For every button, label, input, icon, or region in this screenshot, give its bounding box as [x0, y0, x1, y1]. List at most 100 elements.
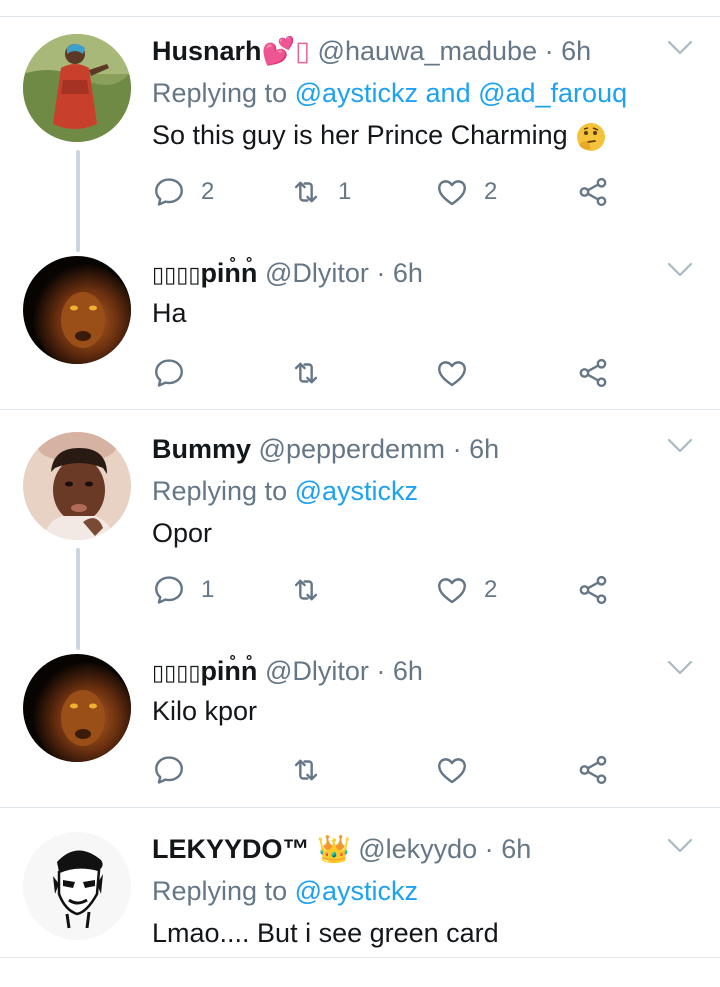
separator-dot: · [452, 434, 462, 464]
display-name[interactable]: Husnarh [152, 36, 262, 66]
separator-dot: · [544, 36, 554, 66]
tweet-actions [152, 353, 632, 393]
retweet-button[interactable] [289, 353, 338, 393]
timestamp[interactable]: 6h [393, 656, 423, 686]
timestamp[interactable]: 6h [501, 834, 531, 864]
tweet-actions [152, 750, 632, 790]
user-handle[interactable]: @Dlyitor [265, 258, 369, 288]
sketch-face-avatar-icon [23, 832, 131, 940]
retweet-icon [289, 753, 323, 787]
replying-to-label: Replying to [152, 476, 288, 506]
retweet-button[interactable]: 1 [289, 172, 351, 212]
tweet-text: Ha [152, 298, 187, 328]
like-button[interactable]: 2 [435, 570, 497, 610]
name-glyphs: ▯▯▯▯ [152, 262, 201, 287]
like-count: 2 [484, 178, 498, 205]
chevron-down-icon[interactable] [666, 436, 694, 456]
tweet-text-body: So this guy is her Prince Charming [152, 120, 568, 150]
reply-context: Replying to @aystickz [152, 874, 660, 908]
separator-dot: · [484, 834, 494, 864]
name-glyphs: ▯▯▯▯ [152, 660, 201, 685]
thread-connector [76, 548, 80, 650]
name-emoji: 💕▯ [261, 36, 311, 66]
mention-link[interactable]: @aystickz [295, 876, 418, 906]
display-name[interactable]: ▯▯▯▯pin̊n̊ [152, 258, 257, 288]
top-divider [0, 16, 720, 17]
heart-icon [435, 175, 469, 209]
thread-connector [76, 150, 80, 252]
separator-dot: · [376, 656, 386, 686]
tweet-actions: 1 2 [152, 570, 632, 610]
user-handle[interactable]: @hauwa_madube [318, 36, 538, 66]
heart-icon [435, 753, 469, 787]
woman-in-red-dress-avatar-icon [23, 34, 131, 142]
heart-icon [435, 573, 469, 607]
mention-link[interactable]: @aystickz [295, 476, 418, 506]
timestamp[interactable]: 6h [393, 258, 423, 288]
tweet-text: Kilo kpor [152, 696, 258, 726]
retweet-button[interactable] [289, 750, 338, 790]
retweet-count: 1 [338, 178, 352, 205]
user-handle[interactable]: @pepperdemm [259, 434, 446, 464]
thread-divider [0, 807, 720, 808]
lion-avatar-icon [23, 256, 131, 364]
retweet-icon [289, 573, 323, 607]
name-text: pin̊n̊ [200, 656, 258, 686]
timestamp[interactable]: 6h [469, 434, 499, 464]
replying-to-label: Replying to [152, 876, 288, 906]
avatar[interactable] [23, 432, 131, 540]
bottom-divider [0, 957, 720, 958]
user-handle[interactable]: @Dlyitor [265, 656, 369, 686]
share-button[interactable] [576, 570, 610, 610]
thinking-face-icon [577, 122, 606, 151]
chevron-down-icon[interactable] [666, 658, 694, 678]
reply-button[interactable]: 2 [152, 172, 214, 212]
tweet-text: So this guy is her Prince Charming [152, 118, 660, 153]
share-button[interactable] [576, 750, 610, 790]
avatar[interactable] [23, 832, 131, 940]
avatar[interactable] [23, 256, 131, 364]
retweet-icon [289, 356, 323, 390]
crown-emoji: 👑 [317, 834, 351, 864]
tweet-actions: 2 1 2 [152, 172, 632, 212]
reply-icon [152, 356, 186, 390]
reply-button[interactable] [152, 353, 201, 393]
woman-selfie-avatar-icon [23, 432, 131, 540]
chevron-down-icon[interactable] [666, 260, 694, 280]
reply-context: Replying to @aystickz and @ad_farouq [152, 76, 660, 110]
like-count: 2 [484, 576, 498, 603]
reply-context: Replying to @aystickz [152, 474, 660, 508]
timestamp[interactable]: 6h [561, 36, 591, 66]
avatar[interactable] [23, 654, 131, 762]
heart-icon [435, 356, 469, 390]
thread-divider [0, 409, 720, 410]
reply-icon [152, 175, 186, 209]
user-handle[interactable]: @lekyydo [358, 834, 477, 864]
reply-icon [152, 573, 186, 607]
display-name[interactable]: LEKYYDO™ [152, 834, 310, 864]
tweet-text: Opor [152, 518, 213, 548]
chevron-down-icon[interactable] [666, 836, 694, 856]
reply-count: 2 [201, 178, 215, 205]
lion-avatar-icon [23, 654, 131, 762]
reply-count: 1 [201, 576, 215, 603]
avatar[interactable] [23, 34, 131, 142]
like-button[interactable]: 2 [435, 172, 497, 212]
share-icon [576, 356, 610, 390]
mention-link[interactable]: @aystickz and @ad_farouq [295, 78, 628, 108]
share-button[interactable] [576, 172, 610, 212]
display-name[interactable]: Bummy [152, 434, 251, 464]
tweet-text: Lmao.... But i see green card [152, 918, 499, 948]
like-button[interactable] [435, 750, 484, 790]
reply-button[interactable] [152, 750, 201, 790]
display-name[interactable]: ▯▯▯▯pin̊n̊ [152, 656, 257, 686]
separator-dot: · [376, 258, 386, 288]
chevron-down-icon[interactable] [666, 38, 694, 58]
share-icon [576, 573, 610, 607]
share-icon [576, 175, 610, 209]
retweet-button[interactable] [289, 570, 338, 610]
share-button[interactable] [576, 353, 610, 393]
reply-button[interactable]: 1 [152, 570, 214, 610]
like-button[interactable] [435, 353, 484, 393]
reply-icon [152, 753, 186, 787]
